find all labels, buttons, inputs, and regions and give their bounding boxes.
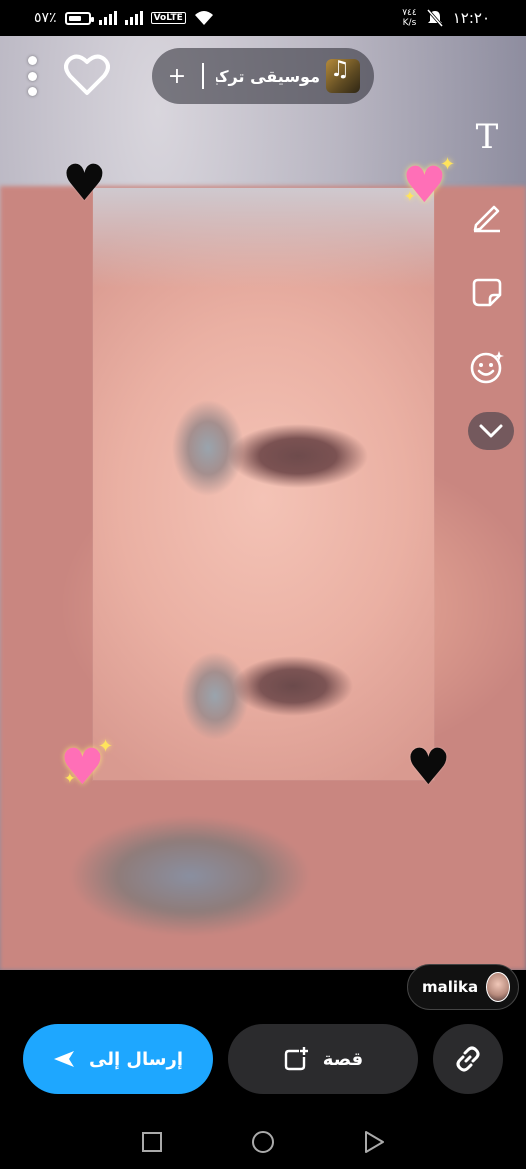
- status-bar: ٥٧٪ VoLTE ٧٤٤ K/s ١٢:٢٠: [0, 0, 526, 36]
- speed-value: ٧٤٤: [402, 8, 417, 18]
- framed-photo-sticker[interactable]: [93, 188, 434, 780]
- pen-icon[interactable]: [465, 194, 509, 238]
- battery-icon: [64, 11, 94, 25]
- circle-icon[interactable]: [251, 1130, 275, 1154]
- music-title[interactable]: موسيقى تركية...: [216, 67, 320, 86]
- send-arrow-icon: [53, 1051, 74, 1067]
- username: malika: [422, 978, 479, 996]
- triangle-back-icon[interactable]: [362, 1130, 386, 1154]
- bell-off-icon: [426, 9, 443, 27]
- more-vertical-icon[interactable]: [26, 56, 38, 96]
- navigation-bar: [0, 1114, 526, 1169]
- battery-percent: ٥٧٪: [34, 10, 57, 26]
- sparkle-icon: ✦: [404, 189, 416, 205]
- link-icon[interactable]: [433, 1024, 503, 1094]
- signal-icon: [98, 11, 117, 25]
- status-left: ٥٧٪ VoLTE: [34, 6, 214, 30]
- sparkle-icon: ✦: [64, 771, 76, 787]
- add-story-icon: [284, 1047, 308, 1071]
- status-right: ٧٤٤ K/s ١٢:٢٠: [402, 5, 490, 31]
- pink-heart-sticker[interactable]: ♥ ✦ ✦: [402, 156, 455, 211]
- music-pill[interactable]: + موسيقى تركية...: [152, 48, 374, 104]
- heart-outline-icon[interactable]: [64, 53, 110, 97]
- square-icon[interactable]: [140, 1130, 164, 1154]
- story-label: قصة: [322, 1048, 364, 1070]
- send-label: إرسال إلى: [88, 1048, 184, 1070]
- send-to-button[interactable]: إرسال إلى: [23, 1024, 213, 1094]
- chevron-down-icon[interactable]: [468, 412, 514, 450]
- music-note-icon: [326, 57, 360, 93]
- sparkle-icon: ✦: [440, 154, 456, 175]
- clock: ١٢:٢٠: [452, 9, 490, 27]
- text-tool-button[interactable]: T: [465, 115, 509, 159]
- avatar: [486, 972, 510, 1002]
- story-button[interactable]: قصة: [228, 1024, 418, 1094]
- volte-badge: VoLTE: [150, 12, 186, 24]
- smiley-icon[interactable]: [465, 345, 509, 389]
- sticker-icon[interactable]: [465, 270, 509, 314]
- black-heart-sticker[interactable]: ♥: [62, 158, 107, 208]
- pink-heart-sticker[interactable]: ♥ ✦ ✦: [60, 738, 113, 793]
- photo-top-shade: [93, 188, 434, 288]
- signal-icon-2: [124, 11, 143, 25]
- black-heart-sticker[interactable]: ♥: [406, 742, 451, 792]
- sparkle-icon: ✦: [98, 736, 114, 757]
- wifi-icon: [194, 11, 213, 25]
- user-chip[interactable]: malika: [407, 964, 519, 1010]
- add-music-button[interactable]: +: [166, 64, 188, 89]
- music-divider: [202, 63, 204, 89]
- speed-unit: K/s: [402, 18, 417, 28]
- network-speed: ٧٤٤ K/s: [402, 8, 417, 28]
